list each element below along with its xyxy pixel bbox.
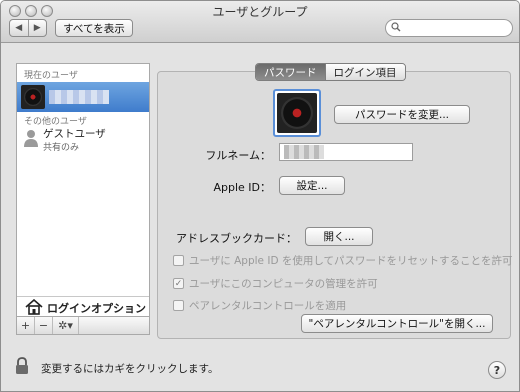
- remove-user-button[interactable]: −: [35, 317, 53, 334]
- blurred-full-name: [284, 145, 324, 159]
- tab-password[interactable]: パスワード: [256, 64, 325, 80]
- admin-checkbox[interactable]: ✓: [173, 278, 184, 289]
- apple-id-label: Apple ID：: [213, 181, 271, 194]
- title-bar: ユーザとグループ ◀ ▶ すべてを表示: [1, 1, 519, 43]
- user-picture[interactable]: [273, 89, 321, 137]
- chevron-right-icon: ▶: [33, 23, 41, 33]
- record-icon: [24, 88, 42, 106]
- parental-controls-option[interactable]: ペアレンタルコントロールを適用: [173, 298, 346, 313]
- reset-password-option[interactable]: ユーザに Apple ID を使用してパスワードをリセットすることを許可: [173, 253, 513, 268]
- reset-password-label: ユーザに Apple ID を使用してパスワードをリセットすることを許可: [189, 255, 513, 267]
- address-book-label: アドレスブックカード：: [176, 232, 297, 245]
- help-button[interactable]: ?: [488, 361, 506, 379]
- full-name-label: フルネーム：: [205, 149, 271, 162]
- blurred-user-name: [49, 90, 109, 104]
- action-menu-button[interactable]: ✲▾: [53, 317, 79, 334]
- avatar: [21, 85, 45, 109]
- parental-controls-label: ペアレンタルコントロールを適用: [189, 300, 347, 312]
- back-button[interactable]: ◀: [10, 20, 28, 36]
- user-list[interactable]: 現在のユーザ その他のユーザ ゲストユーザ 共有のみ ログインオプション: [16, 63, 150, 317]
- list-footer: + − ✲▾: [16, 317, 150, 335]
- change-password-button[interactable]: パスワードを変更...: [334, 105, 470, 124]
- tab-bar: パスワード ログイン項目: [255, 63, 406, 81]
- window-title: ユーザとグループ: [212, 5, 308, 19]
- full-name-field[interactable]: [279, 143, 413, 161]
- navigation-buttons: ◀ ▶: [9, 19, 47, 37]
- forward-button[interactable]: ▶: [27, 20, 47, 36]
- guest-user-subtitle: 共有のみ: [43, 143, 80, 153]
- reset-password-checkbox[interactable]: [173, 255, 184, 266]
- window: ユーザとグループ ◀ ▶ すべてを表示 現在のユーザ その他のユーザ ゲストユー…: [0, 0, 520, 392]
- admin-option[interactable]: ✓ ユーザにこのコンピュータの管理を許可: [173, 276, 378, 291]
- login-options-item[interactable]: ログインオプション: [17, 296, 149, 316]
- open-parental-controls-button[interactable]: "ペアレンタルコントロール"を開く...: [301, 314, 493, 333]
- lock-instruction-text: 変更するにはカギをクリックします。: [41, 363, 219, 375]
- avatar: [277, 93, 317, 133]
- guest-user-icon: [24, 130, 38, 147]
- guest-user-name[interactable]: ゲストユーザ: [43, 126, 106, 141]
- house-icon: [25, 299, 43, 315]
- search-icon: [391, 22, 401, 32]
- tab-login-items[interactable]: ログイン項目: [324, 64, 405, 80]
- login-options-label: ログインオプション: [47, 302, 146, 315]
- current-users-header: 現在のユーザ: [24, 71, 78, 81]
- show-all-button[interactable]: すべてを表示: [55, 19, 133, 37]
- lock-icon[interactable]: [15, 357, 29, 375]
- parental-controls-checkbox[interactable]: [173, 300, 184, 311]
- admin-label: ユーザにこのコンピュータの管理を許可: [189, 278, 378, 290]
- apple-id-settings-button[interactable]: 設定...: [279, 176, 345, 195]
- chevron-left-icon: ◀: [15, 23, 23, 33]
- open-address-book-button[interactable]: 開く...: [305, 227, 373, 246]
- list-item-current-user[interactable]: [17, 82, 149, 112]
- record-icon: [281, 97, 313, 129]
- search-input[interactable]: [385, 19, 513, 37]
- add-user-button[interactable]: +: [17, 317, 35, 334]
